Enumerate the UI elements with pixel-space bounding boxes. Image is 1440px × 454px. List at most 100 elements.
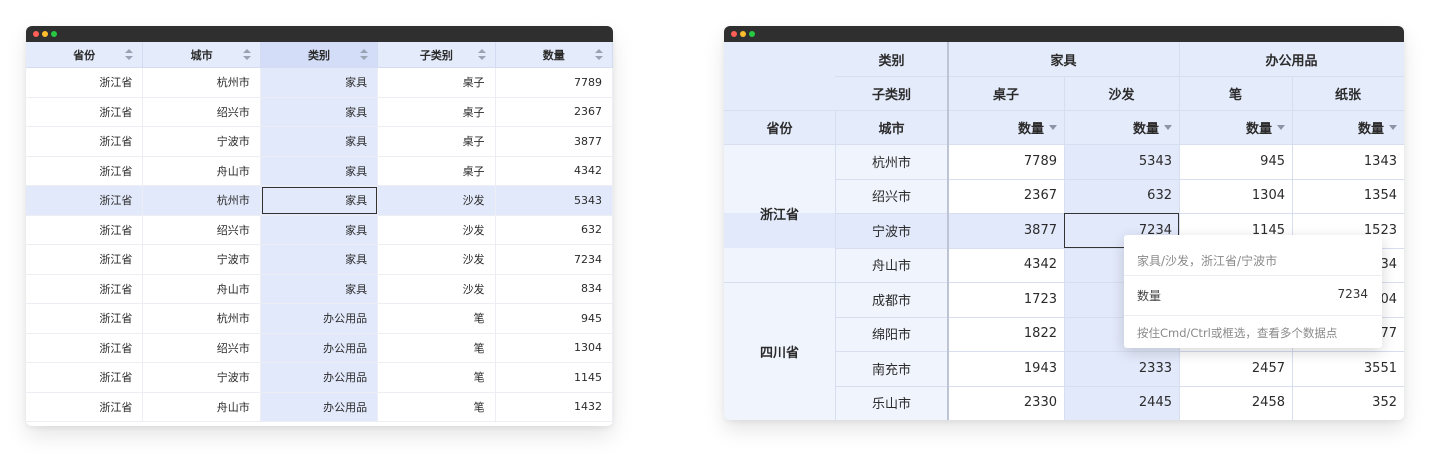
sort-down-icon[interactable] xyxy=(1164,124,1172,130)
minimize-window-button[interactable] xyxy=(42,31,48,37)
province-label[interactable]: 四川省 xyxy=(724,282,835,420)
maximize-window-button[interactable] xyxy=(51,31,57,37)
table-cell[interactable]: 宁波市 xyxy=(143,127,261,156)
table-cell[interactable]: 2367 xyxy=(496,97,613,126)
sort-down-icon[interactable] xyxy=(1277,124,1285,130)
table-cell[interactable]: 沙发 xyxy=(378,245,496,274)
table-cell[interactable]: 浙江省 xyxy=(26,274,144,303)
table-row[interactable]: 浙江省 舟山市 家具 桌子 4342 xyxy=(26,156,613,186)
table-cell[interactable]: 浙江省 xyxy=(26,127,144,156)
table-row[interactable]: 浙江省 宁波市 办公用品笔 1145 xyxy=(26,363,613,393)
table-cell[interactable]: 笔 xyxy=(378,392,496,421)
data-cell[interactable]: 945 xyxy=(1179,144,1292,179)
table-row[interactable]: 浙江省 绍兴市 办公用品笔 1304 xyxy=(26,333,613,363)
subcategory-header[interactable]: 沙发 xyxy=(1064,76,1179,110)
table-cell[interactable]: 浙江省 xyxy=(26,68,144,97)
sort-icon[interactable] xyxy=(125,49,134,61)
table-cell[interactable]: 宁波市 xyxy=(143,363,261,392)
table-cell[interactable]: 办公用品 xyxy=(260,304,379,333)
table-cell[interactable]: 浙江省 xyxy=(26,245,144,274)
table-cell[interactable]: 桌子 xyxy=(378,127,496,156)
table-cell[interactable]: 绍兴市 xyxy=(143,333,261,362)
data-cell[interactable]: 7789 xyxy=(948,144,1064,179)
table-cell[interactable]: 沙发 xyxy=(378,215,496,244)
table-cell[interactable]: 沙发 xyxy=(378,274,496,303)
table-cell[interactable]: 宁波市 xyxy=(143,245,261,274)
table-cell[interactable]: 桌子 xyxy=(378,156,496,185)
sort-icon[interactable] xyxy=(477,49,486,61)
table-cell[interactable]: 家具 xyxy=(260,186,379,215)
table-cell[interactable]: 834 xyxy=(496,274,613,303)
table-cell[interactable]: 绍兴市 xyxy=(143,97,261,126)
maximize-window-button[interactable] xyxy=(749,31,755,37)
table-row[interactable]: 浙江省 绍兴市 家具 沙发 632 xyxy=(26,215,613,245)
data-cell[interactable]: 2330 xyxy=(948,386,1064,421)
data-cell[interactable]: 3877 xyxy=(948,213,1064,248)
measure-header[interactable]: 数量 xyxy=(948,110,1064,144)
table-cell[interactable]: 945 xyxy=(496,304,613,333)
data-cell[interactable]: 1304 xyxy=(1179,179,1292,214)
table-cell[interactable]: 杭州市 xyxy=(143,304,261,333)
measure-header[interactable]: 数量 xyxy=(1292,110,1404,144)
table-cell[interactable]: 浙江省 xyxy=(26,215,144,244)
table-cell[interactable]: 家具 xyxy=(260,215,379,244)
table-cell[interactable]: 5343 xyxy=(495,186,613,215)
table-cell[interactable]: 家具 xyxy=(260,127,379,156)
table-cell[interactable]: 632 xyxy=(496,215,613,244)
subcategory-header[interactable]: 笔 xyxy=(1179,76,1292,110)
data-cell[interactable]: 1943 xyxy=(948,351,1064,386)
table-cell[interactable]: 7789 xyxy=(496,68,613,97)
column-header[interactable]: 城市 xyxy=(143,42,261,67)
table-cell[interactable]: 家具 xyxy=(260,156,379,185)
province-label[interactable]: 浙江省 xyxy=(724,144,835,282)
table-cell[interactable]: 舟山市 xyxy=(143,274,261,303)
minimize-window-button[interactable] xyxy=(740,31,746,37)
column-header[interactable]: 省份 xyxy=(26,42,144,67)
data-cell[interactable]: 352 xyxy=(1292,386,1404,421)
table-cell[interactable]: 办公用品 xyxy=(260,392,379,421)
data-cell[interactable]: 5343 xyxy=(1064,144,1179,179)
table-row[interactable]: 浙江省 杭州市 办公用品笔 945 xyxy=(26,304,613,334)
table-cell[interactable]: 浙江省 xyxy=(26,304,144,333)
table-cell[interactable]: 浙江省 xyxy=(26,186,144,215)
data-cell[interactable]: 1354 xyxy=(1292,179,1404,214)
table-row[interactable]: 浙江省 杭州市 家具 桌子 7789 xyxy=(26,68,613,98)
row-city-label[interactable]: 绵阳市 xyxy=(835,317,948,352)
table-cell[interactable]: 杭州市 xyxy=(143,68,261,97)
table-cell[interactable]: 沙发 xyxy=(378,186,496,215)
sort-icon[interactable] xyxy=(360,49,369,61)
measure-header[interactable]: 数量 xyxy=(1179,110,1292,144)
data-cell[interactable]: 2458 xyxy=(1179,386,1292,421)
table-cell[interactable]: 家具 xyxy=(260,245,379,274)
table-cell[interactable]: 舟山市 xyxy=(143,156,261,185)
table-cell[interactable]: 桌子 xyxy=(378,68,496,97)
table-cell[interactable]: 1432 xyxy=(496,392,613,421)
table-row[interactable]: 浙江省 宁波市 家具 桌子 3877 xyxy=(26,127,613,157)
table-cell[interactable]: 家具 xyxy=(260,97,379,126)
table-row[interactable]: 浙江省 舟山市 家具 沙发 834 xyxy=(26,274,613,304)
table-cell[interactable]: 浙江省 xyxy=(26,363,144,392)
subcategory-header[interactable]: 纸张 xyxy=(1292,76,1404,110)
table-row[interactable]: 浙江省 杭州市 家具 沙发 5343 xyxy=(26,186,613,216)
sort-icon[interactable] xyxy=(242,49,251,61)
row-city-label[interactable]: 成都市 xyxy=(835,282,948,317)
data-cell[interactable]: 1723 xyxy=(948,282,1064,317)
close-window-button[interactable] xyxy=(33,31,39,37)
column-header[interactable]: 数量 xyxy=(496,42,613,67)
table-cell[interactable]: 办公用品 xyxy=(260,363,379,392)
table-cell[interactable]: 家具 xyxy=(260,68,379,97)
table-cell[interactable]: 浙江省 xyxy=(26,97,144,126)
table-row[interactable]: 浙江省 绍兴市 家具 桌子 2367 xyxy=(26,97,613,127)
table-cell[interactable]: 笔 xyxy=(378,333,496,362)
data-cell[interactable]: 2445 xyxy=(1064,386,1179,421)
row-city-label[interactable]: 杭州市 xyxy=(835,144,948,179)
data-cell[interactable]: 2333 xyxy=(1064,351,1179,386)
data-cell[interactable]: 3551 xyxy=(1292,351,1404,386)
table-row[interactable]: 浙江省 宁波市 家具 沙发 7234 xyxy=(26,245,613,275)
row-city-label[interactable]: 乐山市 xyxy=(835,386,948,421)
table-cell[interactable]: 1145 xyxy=(496,363,613,392)
table-cell[interactable]: 浙江省 xyxy=(26,392,144,421)
subcategory-header[interactable]: 桌子 xyxy=(948,76,1064,110)
data-cell[interactable]: 2457 xyxy=(1179,351,1292,386)
category-header[interactable]: 家具 xyxy=(948,42,1179,76)
